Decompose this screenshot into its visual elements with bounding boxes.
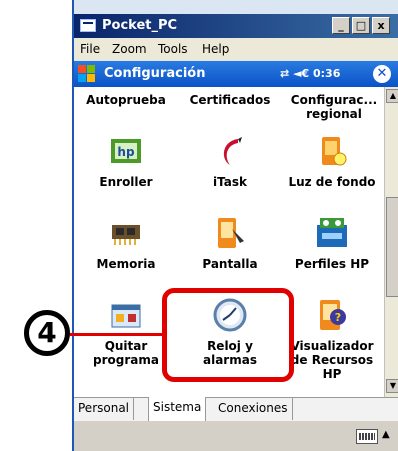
enroller-label: Enroller: [99, 175, 153, 189]
close-button[interactable]: x: [372, 17, 390, 34]
screen-icon: [212, 215, 248, 251]
tab-personal[interactable]: Personal: [74, 398, 135, 420]
minimize-button[interactable]: _: [332, 17, 350, 34]
item-itask[interactable]: iTask: [180, 133, 280, 189]
itask-label: iTask: [213, 175, 247, 189]
keyboard-icon[interactable]: [356, 429, 378, 444]
enroller-icon: hp: [108, 133, 144, 169]
menu-tools[interactable]: Tools: [158, 42, 188, 56]
remove-programs-label: Quitar programa: [93, 339, 159, 367]
item-autoprueba[interactable]: Autoprueba: [74, 93, 178, 107]
item-enroller[interactable]: hp Enroller: [76, 133, 176, 189]
menu-zoom[interactable]: Zoom: [112, 42, 147, 56]
scroll-thumb[interactable]: [386, 197, 398, 297]
backlight-label: Luz de fondo: [288, 175, 376, 189]
resource-viewer-label: Visualizador de Recursos HP: [290, 339, 374, 381]
callout-line: [70, 333, 162, 336]
window-title: Pocket_PC: [102, 18, 178, 33]
svg-text:hp: hp: [117, 145, 135, 159]
tab-bar: Personal Sistema Conexiones: [74, 397, 398, 421]
memory-icon: [108, 215, 144, 251]
item-perfiles-hp[interactable]: Perfiles HP: [282, 215, 382, 271]
input-menu-arrow-icon[interactable]: ▲: [382, 429, 390, 440]
item-visualizador-recursos[interactable]: ? Visualizador de Recursos HP: [282, 297, 382, 381]
status-indicators[interactable]: ⇄ ◄€ 0:36: [280, 67, 340, 80]
hp-profiles-icon: [314, 215, 350, 251]
memory-label: Memoria: [96, 257, 156, 271]
window-icon: [80, 19, 96, 32]
menu-help[interactable]: Help: [202, 42, 229, 56]
itask-icon: [212, 133, 248, 169]
maximize-button[interactable]: □: [352, 17, 370, 34]
menu-file[interactable]: File: [80, 42, 100, 56]
screen-label: Pantalla: [202, 257, 258, 271]
tab-conexiones[interactable]: Conexiones: [214, 398, 293, 420]
scroll-up-icon[interactable]: ▲: [386, 89, 398, 103]
step-number-badge: 4: [24, 310, 70, 356]
app-bar: Configuración ⇄ ◄€ 0:36 ✕: [74, 61, 398, 87]
item-pantalla[interactable]: Pantalla: [180, 215, 280, 271]
item-quitar-programas[interactable]: Quitar programa: [76, 297, 176, 367]
scroll-down-icon[interactable]: ▼: [386, 379, 398, 393]
item-luz-de-fondo[interactable]: Luz de fondo: [282, 133, 382, 189]
ok-close-button[interactable]: ✕: [373, 65, 391, 83]
item-config-regional[interactable]: Configurac... regional: [282, 93, 384, 121]
pocket-pc-window: Pocket_PC _ □ x File Zoom Tools Help Con…: [72, 0, 398, 451]
item-certificados[interactable]: Certificados: [178, 93, 282, 107]
hp-profiles-label: Perfiles HP: [294, 257, 370, 271]
vertical-scrollbar[interactable]: ▲ ▼: [384, 87, 398, 397]
menu-bar: File Zoom Tools Help: [74, 38, 398, 60]
window-titlebar: Pocket_PC _ □ x: [74, 14, 398, 38]
remove-programs-icon: [108, 297, 144, 333]
resource-viewer-icon: ?: [314, 297, 350, 333]
page-title: Configuración: [104, 66, 206, 81]
svg-text:?: ?: [335, 311, 341, 324]
tab-sistema[interactable]: Sistema: [148, 397, 207, 421]
backlight-icon: [314, 133, 350, 169]
highlight-box: [162, 288, 294, 382]
bottom-bar: ▲: [74, 421, 398, 451]
item-memoria[interactable]: Memoria: [76, 215, 176, 271]
start-menu-icon[interactable]: [78, 65, 96, 83]
